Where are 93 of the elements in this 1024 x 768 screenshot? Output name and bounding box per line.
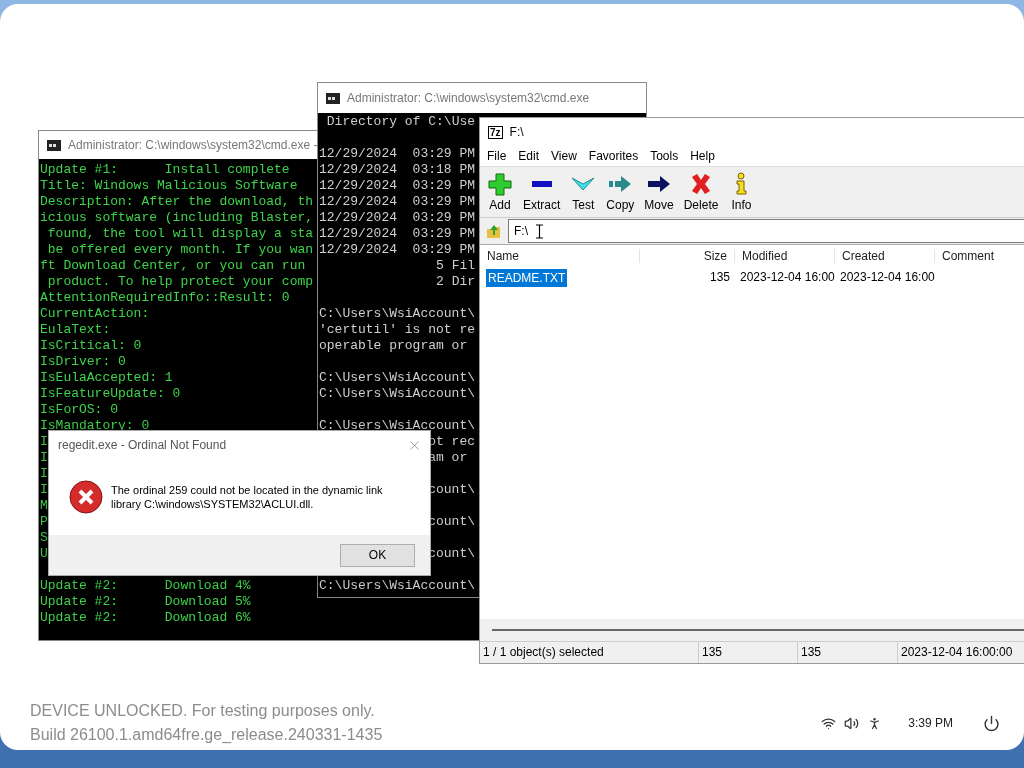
console-line: CurrentAction: (40, 306, 150, 322)
console-line: I (40, 466, 48, 482)
console-line: Title: Windows Malicious Software (40, 178, 298, 194)
window-title: Administrator: C:\windows\system32\cmd.exe (347, 91, 590, 105)
column-header[interactable]: Modified (735, 249, 835, 263)
minus-icon (531, 181, 552, 187)
window-title: F:\ (509, 125, 524, 139)
console-line: IsMandatory: 0 (40, 418, 150, 434)
table-cell-text: 2023-12-04 16:00 (739, 270, 835, 284)
console-line: Update #2: Download 5% (40, 594, 251, 610)
console-line: C:\Users\WsiAccount\ (319, 418, 476, 434)
file-row[interactable]: README.TXT 135 2023-12-04 16:00 2023-12-04 16:00 (480, 267, 1024, 287)
toolbar-button[interactable]: Move (639, 172, 679, 212)
console-line: 5 Fil (436, 258, 476, 274)
address-field[interactable]: F:\ (508, 219, 1024, 243)
menu-item[interactable]: Edit (512, 149, 546, 163)
console-line: operable program or (319, 338, 468, 354)
console-line: IsCritical: 0 (40, 338, 142, 354)
column-header[interactable]: Name (480, 249, 640, 263)
console-line: Description: After the download, th (40, 194, 314, 210)
console-line: 12/29/2024 03:29 PM (319, 146, 476, 162)
console-line: 'certutil' is not re (319, 322, 476, 338)
console-line: Update #1: Install complete (40, 162, 290, 178)
file-name: README.TXT (486, 269, 568, 287)
console-line: I (40, 450, 48, 466)
status-text: 1 / 1 object(s) selected (480, 642, 699, 663)
console-line: M (40, 498, 48, 514)
toolbar-button[interactable]: Add (482, 172, 518, 212)
console-line: AttentionRequiredInfo::Result: 0 (40, 290, 290, 306)
menu-item[interactable]: Help (684, 149, 721, 163)
console-icon (326, 92, 340, 104)
console-line: found, the tool will display a sta (47, 226, 314, 242)
menu-item[interactable]: File (481, 149, 513, 163)
notice-text: Build 26100.1.amd64fre.ge_release.240331-1435 (30, 726, 383, 744)
column-header[interactable]: Size (640, 249, 735, 263)
console-line: 12/29/2024 03:29 PM (319, 178, 476, 194)
console-line: 12/29/2024 03:29 PM (319, 242, 476, 258)
console-line: IsForOS: 0 (40, 402, 118, 418)
window-title: Administrator: C:\windows\system32\cmd.exe - (68, 138, 318, 152)
toolbar-button[interactable]: Info (723, 172, 760, 212)
dialog-title: regedit.exe - Ordinal Not Found (58, 438, 227, 452)
up-folder-icon (486, 223, 502, 239)
console-line: EulaText: (40, 322, 111, 338)
toolbar-button[interactable]: Extract (518, 172, 566, 212)
column-header[interactable]: Comment (935, 249, 1024, 263)
status-text: 135 (699, 642, 798, 663)
console-line: P (40, 514, 48, 530)
clock-time: 3:39 PM (908, 716, 953, 730)
status-text: 135 (798, 642, 898, 663)
console-line: IsEulaAccepted: 1 (40, 370, 173, 386)
table-cell-text: 135 (708, 270, 731, 284)
console-line: I (40, 434, 48, 450)
wifi-icon[interactable] (821, 715, 837, 731)
error-message: The ordinal 259 could not be located in the dynamic link library C:\windows\SYSTEM32\ACLUI.dll. (111, 483, 384, 511)
menu-item[interactable]: Tools (644, 149, 685, 163)
console-line: C:\Users\WsiAccount\ (319, 578, 476, 594)
console-line: C:\Users\WsiAccount\ (319, 370, 476, 386)
plus-icon (487, 172, 513, 196)
notice-text: DEVICE UNLOCKED. For testing purposes only. (30, 702, 375, 720)
console-line: 12/29/2024 03:29 PM (319, 194, 476, 210)
app-logo: 7z (488, 125, 503, 139)
console-line: 2 Dir (436, 274, 476, 290)
console-line: C:\Users\WsiAccount\ (319, 386, 476, 402)
volume-icon[interactable] (844, 715, 860, 731)
console-line: I (40, 482, 48, 498)
menu-item[interactable]: View (545, 149, 583, 163)
status-text: 2023-12-04 16:00:00 (898, 642, 1024, 663)
console-line: ft Download Center, or you can run (40, 258, 307, 274)
console-line: Update #2: Download 6% (40, 610, 251, 626)
console-line: U (40, 546, 48, 562)
text-cursor-icon (536, 223, 543, 239)
console-icon (47, 139, 61, 151)
table-cell-text: 2023-12-04 16:00 (839, 270, 935, 284)
console-line: S (40, 530, 48, 546)
error-icon (69, 480, 103, 514)
console-line: 12/29/2024 03:18 PM (319, 162, 476, 178)
toolbar-button[interactable]: Copy (601, 172, 640, 212)
console-line: be offered every month. If you wan (47, 242, 314, 258)
toolbar-button[interactable]: Delete (678, 172, 724, 212)
power-icon[interactable] (983, 714, 1000, 732)
console-line: Update #2: Download 4% (40, 578, 251, 594)
console-line: Directory of C:\Use (326, 114, 476, 130)
console-line: IsFeatureUpdate: 0 (40, 386, 181, 402)
column-header[interactable]: Created (835, 249, 935, 263)
menu-item[interactable]: Favorites (582, 149, 645, 163)
console-line: 12/29/2024 03:29 PM (319, 210, 476, 226)
console-line: product. To help protect your comp (47, 274, 314, 290)
console-line: icious software (including Blaster, (40, 210, 314, 226)
ok-button[interactable]: OK (340, 543, 415, 567)
console-line: C:\Users\WsiAccount\ (319, 306, 476, 322)
toolbar-button[interactable]: Test (565, 172, 602, 212)
console-line: IsDriver: 0 (40, 354, 126, 370)
console-line: 12/29/2024 03:29 PM (319, 226, 476, 242)
